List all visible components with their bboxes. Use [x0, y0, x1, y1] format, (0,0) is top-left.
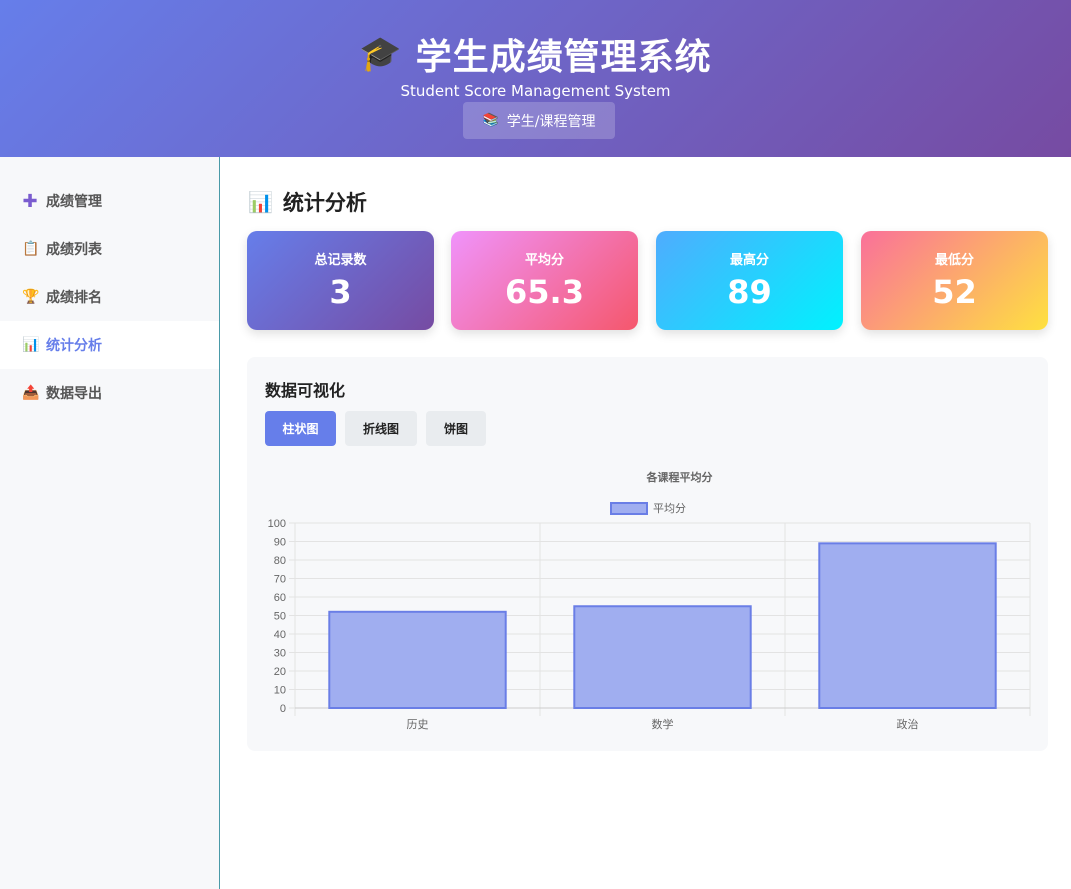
tab-bar-chart[interactable]: 柱状图 [265, 411, 336, 446]
sidebar: ✚ 成绩管理 📋 成绩列表 🏆 成绩排名 📊 统计分析 📤 数据导出 [0, 157, 220, 889]
bar [328, 610, 507, 709]
graduation-cap-icon: 🎓 [359, 34, 402, 74]
sidebar-item-data-export[interactable]: 📤 数据导出 [0, 369, 219, 417]
legend-label: 平均分 [653, 502, 686, 515]
sidebar-item-score-list[interactable]: 📋 成绩列表 [0, 225, 219, 273]
outbox-icon: 📤 [22, 385, 40, 401]
visualization-title: 数据可视化 [265, 381, 346, 400]
app-title: 学生成绩管理系统 [415, 37, 712, 78]
main-content: 📊 统计分析 总记录数 3 平均分 65.3 最高分 89 最低分 52 数据可… [220, 157, 1071, 889]
tab-line-chart[interactable]: 折线图 [345, 411, 417, 446]
y-tick-label: 80 [274, 555, 286, 567]
stat-value: 52 [932, 273, 977, 311]
stat-card-average: 平均分 65.3 [451, 231, 638, 330]
x-tick-label: 数学 [652, 717, 674, 731]
sidebar-item-score-management[interactable]: ✚ 成绩管理 [0, 177, 219, 225]
y-tick-label: 30 [274, 648, 286, 660]
bar-chart-icon: 📊 [248, 190, 273, 214]
stat-label: 最高分 [729, 253, 769, 268]
stat-card-max: 最高分 89 [656, 231, 843, 330]
y-tick-label: 40 [274, 629, 286, 641]
legend-swatch [610, 502, 648, 515]
y-tick-label: 50 [274, 611, 286, 623]
bar-chart: 各课程平均分平均分 0 10 20 30 40 50 60 70 80 90 100 历史 数学 政治 [268, 470, 1031, 731]
app-header: 🎓 学生成绩管理系统 Student Score Management Syst… [0, 0, 1071, 157]
trophy-icon: 🏆 [22, 289, 40, 305]
stat-label: 最低分 [934, 253, 974, 268]
y-tick-label: 20 [274, 666, 286, 678]
sidebar-item-label: 统计分析 [46, 338, 102, 354]
sidebar-item-label: 成绩管理 [46, 194, 102, 210]
stat-label: 总记录数 [314, 253, 367, 268]
y-tick-label: 0 [280, 703, 286, 715]
y-tick-label: 60 [274, 592, 286, 604]
y-tick-label: 100 [268, 518, 286, 530]
stat-value: 3 [329, 273, 352, 311]
sidebar-item-label: 成绩排名 [46, 290, 102, 306]
section-title: 📊 统计分析 [248, 187, 367, 217]
stat-card-min: 最低分 52 [861, 231, 1048, 330]
sidebar-item-statistics[interactable]: 📊 统计分析 [0, 321, 219, 369]
app-subtitle: Student Score Management System [400, 82, 671, 100]
stat-value: 65.3 [505, 273, 584, 311]
sidebar-item-label: 数据导出 [46, 386, 102, 402]
x-tick-label: 历史 [407, 718, 429, 731]
y-tick-label: 90 [274, 537, 286, 549]
y-tick-label: 10 [274, 685, 286, 697]
student-course-management-button[interactable]: 📚 学生/课程管理 [463, 102, 615, 139]
title-row: 🎓 学生成绩管理系统 [0, 28, 1071, 80]
stat-label: 平均分 [524, 253, 564, 268]
bar [573, 605, 752, 709]
clipboard-icon: 📋 [22, 241, 40, 257]
chart-title: 各课程平均分 [646, 470, 713, 484]
plus-icon: ✚ [22, 190, 38, 212]
tab-pie-chart[interactable]: 饼图 [426, 411, 486, 446]
mgmt-button-label: 学生/课程管理 [506, 113, 596, 130]
y-tick-label: 70 [274, 574, 286, 586]
section-title-text: 统计分析 [282, 191, 367, 215]
stat-card-total: 总记录数 3 [247, 231, 434, 330]
books-icon: 📚 [482, 113, 499, 128]
sidebar-item-label: 成绩列表 [46, 242, 102, 258]
bar [818, 542, 997, 709]
stat-value: 89 [727, 273, 772, 311]
sidebar-item-score-ranking[interactable]: 🏆 成绩排名 [0, 273, 219, 321]
visualization-panel: 数据可视化 柱状图 折线图 饼图 各课程平均分平均分 0 10 20 30 40 50 60 7… [247, 357, 1048, 751]
bar-chart-icon: 📊 [22, 337, 40, 353]
x-tick-label: 政治 [897, 717, 919, 731]
